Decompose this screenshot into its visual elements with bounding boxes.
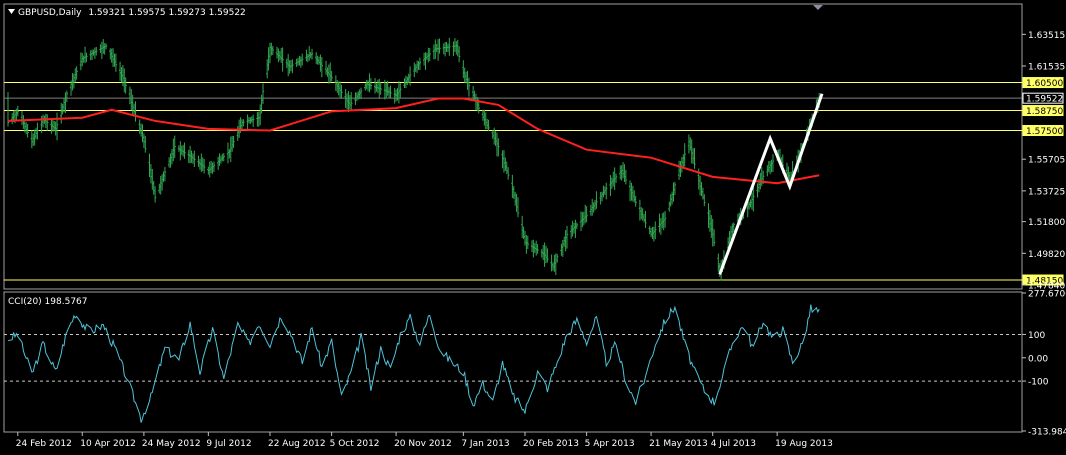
cci-axis-label: -100 (1028, 378, 1049, 388)
cci-axis-label: 100 (1028, 331, 1045, 341)
price-axis-label: 1.63515 (1028, 31, 1065, 41)
price-axis-label: 1.59522 (1026, 95, 1063, 105)
main-title-symbol: GBPUSD,Daily (18, 8, 82, 18)
cci-axis-label: 0.00 (1028, 354, 1048, 364)
indicator-title: CCI(20) 198.5767 (8, 297, 88, 307)
price-axis-label: 1.58750 (1026, 107, 1063, 117)
price-axis-label: 1.57500 (1026, 127, 1063, 137)
main-title-ohlc: 1.59321 1.59575 1.59273 1.59522 (88, 8, 245, 18)
price-axis-label: 1.61535 (1028, 62, 1065, 72)
time-axis-label: 4 Jul 2013 (711, 439, 756, 449)
time-axis-label: 10 Apr 2012 (80, 439, 136, 449)
cci-axis-label: 277.6706 (1028, 290, 1066, 300)
main-title: GBPUSD,Daily 1.59321 1.59575 1.59273 1.5… (18, 8, 246, 18)
price-axis-label: 1.51800 (1028, 218, 1065, 228)
time-axis-label: 19 Aug 2013 (775, 439, 833, 449)
time-axis-label: 24 Feb 2012 (16, 439, 72, 449)
time-axis-label: 22 Aug 2012 (268, 439, 326, 449)
price-axis-label: 1.49820 (1028, 250, 1065, 260)
time-axis-label: 20 Nov 2012 (394, 439, 452, 449)
chart-root: 1.63515 1.61535 1.60500 1.59522 1.58750 1.575… (0, 0, 1066, 455)
time-axis-label: 21 May 2013 (649, 439, 708, 449)
time-axis-label: 5 Oct 2012 (330, 439, 380, 449)
time-axis-label: 20 Feb 2013 (523, 439, 579, 449)
price-axis-label: 1.60500 (1026, 79, 1063, 89)
time-axis-label: 7 Jan 2013 (461, 439, 509, 449)
chart-background (0, 0, 1066, 455)
cci-axis-label: -313.9847 (1028, 428, 1066, 438)
price-axis-label: 1.55705 (1028, 156, 1065, 166)
time-axis-label: 24 May 2012 (142, 439, 201, 449)
price-axis-label: 1.53725 (1028, 187, 1065, 197)
time-axis-label: 5 Apr 2013 (585, 439, 635, 449)
time-axis-label: 9 Jul 2012 (206, 439, 251, 449)
